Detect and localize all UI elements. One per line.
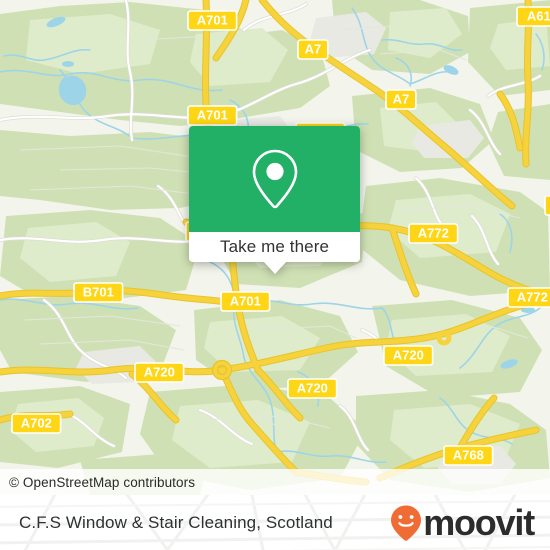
road-shield-label: A772 xyxy=(517,289,548,304)
road-shield-label: A6106 xyxy=(527,8,550,23)
moovit-location-card: A701A7A6106A7A701A772A772A772A772B701A70… xyxy=(0,0,550,550)
footer-content: C.F.S Window & Stair Cleaning, Scotland … xyxy=(0,495,550,550)
road-shield-label: A701 xyxy=(230,293,261,308)
road-shield-label: A7 xyxy=(305,41,322,56)
road-shield-label: A7 xyxy=(393,91,410,106)
road-shield: A720 xyxy=(287,378,338,399)
road-shield: A772 xyxy=(408,223,459,244)
road-shield: A7 xyxy=(385,89,417,110)
map-attribution: © OpenStreetMap contributors xyxy=(0,469,550,495)
road-shield: A7 xyxy=(297,39,329,60)
moovit-wordmark: moovit xyxy=(423,501,535,543)
road-shield: A768 xyxy=(443,445,494,466)
road-shield-label: B701 xyxy=(83,284,114,299)
road-shield-label: A720 xyxy=(144,364,175,379)
road-shield-label: A768 xyxy=(453,447,484,462)
road-shield: A772 xyxy=(507,287,550,308)
road-shield-label: A701 xyxy=(197,12,228,27)
road-shield: A772 xyxy=(544,195,550,216)
road-shield-label: A772 xyxy=(418,225,449,240)
road-shield-label: A701 xyxy=(197,107,228,122)
attribution-text: © OpenStreetMap contributors xyxy=(9,474,196,490)
road-shield: B701 xyxy=(73,282,124,303)
road-shield: A701 xyxy=(220,291,271,312)
road-shield: A701 xyxy=(187,10,238,31)
take-me-there-button[interactable]: Take me there xyxy=(189,232,360,262)
road-shield-label: A720 xyxy=(393,347,424,362)
moovit-logo[interactable]: moovit xyxy=(390,501,535,543)
road-shield: A720 xyxy=(134,362,185,383)
road-shield: A701 xyxy=(187,105,238,126)
road-shield: A6106 xyxy=(516,6,550,27)
road-shield: A720 xyxy=(383,345,434,366)
card-inner: Take me there xyxy=(189,126,360,262)
card-pointer xyxy=(263,262,286,274)
moovit-smiley-pin-icon xyxy=(391,505,422,541)
place-title: C.F.S Window & Stair Cleaning, Scotland xyxy=(19,512,333,532)
footer-bar: C.F.S Window & Stair Cleaning, Scotland … xyxy=(0,495,550,550)
road-shield-label: A720 xyxy=(297,380,328,395)
map-pin-icon xyxy=(252,149,297,209)
road-shield-label: A702 xyxy=(21,415,52,430)
card-pin-area xyxy=(189,126,360,232)
take-me-there-label: Take me there xyxy=(219,237,330,256)
road-shield: A702 xyxy=(11,413,62,434)
take-me-there-card[interactable]: Take me there xyxy=(189,126,360,274)
